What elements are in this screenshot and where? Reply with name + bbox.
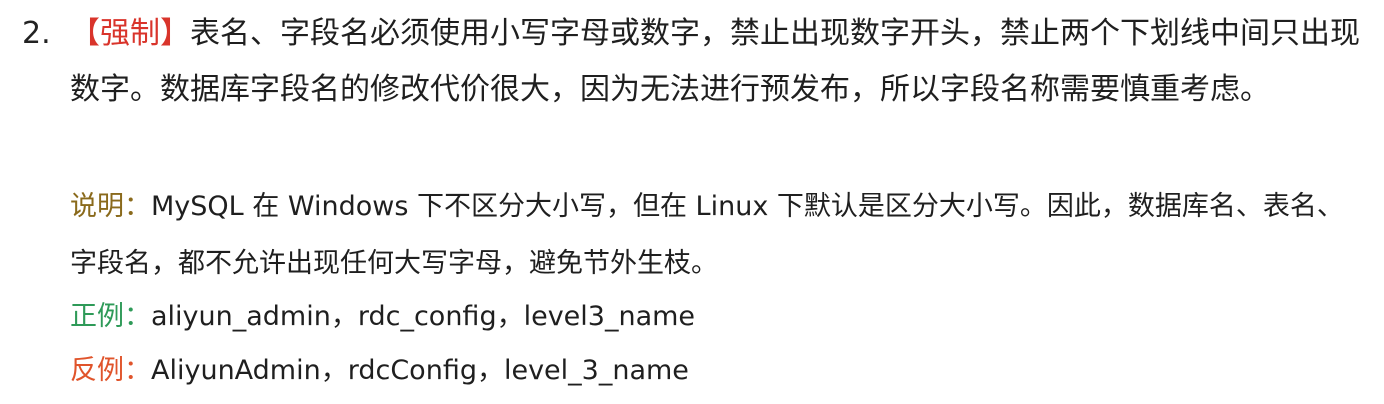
rule-text: 表名、字段名必须使用小写字母或数字，禁止出现数字开头，禁止两个下划线中间只出现数… [70, 16, 1360, 107]
rule-statement: 【强制】表名、字段名必须使用小写字母或数字，禁止出现数字开头，禁止两个下划线中间… [70, 6, 1360, 118]
rule-number: 2. [22, 16, 51, 51]
mandatory-tag: 【强制】 [70, 16, 190, 51]
note-label: 说明： [70, 191, 151, 222]
rule-note: 说明：MySQL 在 Windows 下不区分大小写，但在 Linux 下默认是… [70, 178, 1360, 292]
positive-example-text: aliyun_admin，rdc_config，level3_name [151, 301, 696, 332]
coding-rule-item: 2. 【强制】表名、字段名必须使用小写字母或数字，禁止出现数字开头，禁止两个下划… [0, 0, 1384, 404]
positive-example-label: 正例： [70, 301, 151, 332]
negative-example: 反例：AliyunAdmin，rdcConfig，level_3_name [70, 345, 1360, 397]
positive-example: 正例：aliyun_admin，rdc_config，level3_name [70, 291, 1360, 343]
negative-example-text: AliyunAdmin，rdcConfig，level_3_name [151, 355, 689, 386]
note-text: MySQL 在 Windows 下不区分大小写，但在 Linux 下默认是区分大… [70, 191, 1344, 279]
negative-example-label: 反例： [70, 355, 151, 386]
